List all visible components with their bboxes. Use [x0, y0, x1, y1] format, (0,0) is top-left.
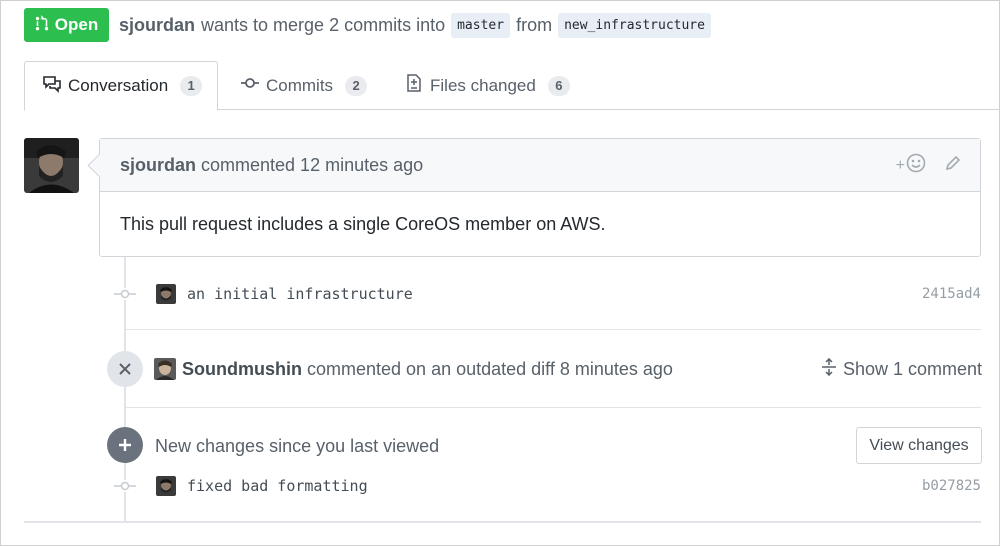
- comment-header: sjourdan commented 12 minutes ago +: [100, 139, 980, 192]
- tab-conversation[interactable]: Conversation 1: [24, 61, 218, 111]
- comment-card: sjourdan commented 12 minutes ago + This…: [99, 138, 981, 257]
- timeline-end-divider: [24, 521, 981, 523]
- unfold-icon: [821, 357, 837, 381]
- tab-commits[interactable]: Commits 2: [240, 61, 368, 110]
- git-commit-icon: [114, 480, 136, 492]
- outdated-comment-author[interactable]: Soundmushin: [182, 359, 302, 380]
- pr-merge-text: wants to merge 2 commits into: [201, 14, 446, 35]
- smiley-icon: [906, 153, 926, 178]
- tab-files-count: 6: [547, 75, 570, 96]
- new-changes-text: New changes since you last viewed: [155, 435, 440, 456]
- comment-discussion-icon: [42, 75, 62, 98]
- tab-commits-label: Commits: [266, 75, 334, 95]
- add-reaction-plus: +: [895, 156, 905, 174]
- new-changes-notice: New changes since you last viewed: [155, 433, 439, 459]
- avatar[interactable]: [156, 476, 176, 496]
- git-pull-request-icon: [35, 14, 49, 37]
- pr-tabs: Conversation 1 Commits 2 Files changed 6: [24, 61, 1000, 111]
- pr-meta: sjourdan wants to merge 2 commits into m…: [119, 9, 711, 41]
- commit-sha-link[interactable]: 2415ad4: [922, 286, 981, 302]
- add-reaction-button[interactable]: +: [896, 153, 926, 178]
- base-branch[interactable]: master: [451, 12, 511, 38]
- head-branch[interactable]: new_infrastructure: [558, 12, 711, 38]
- tab-commits-count: 2: [345, 75, 368, 96]
- pr-state-label: Open: [54, 15, 99, 34]
- plus-icon: [107, 427, 143, 463]
- show-comment-label: Show 1 comment: [842, 358, 982, 379]
- timeline-divider: [124, 407, 981, 408]
- show-comment-button[interactable]: Show 1 comment: [821, 357, 982, 381]
- pr-author-link[interactable]: sjourdan: [119, 15, 195, 36]
- commit-message-link[interactable]: an initial infrastructure: [187, 285, 413, 303]
- git-commit-icon: [240, 74, 260, 97]
- commit-sha-link[interactable]: b027825: [922, 478, 981, 494]
- comment-meta[interactable]: commented 12 minutes ago: [201, 155, 423, 176]
- avatar[interactable]: [24, 138, 79, 193]
- git-commit-icon: [114, 288, 136, 300]
- commit-item: an initial infrastructure 2415ad4: [114, 280, 981, 308]
- view-changes-button[interactable]: View changes: [856, 427, 982, 464]
- comment-actions: +: [896, 153, 962, 178]
- outdated-comment-event: Soundmushin commented on an outdated dif…: [154, 356, 982, 382]
- comment-body: This pull request includes a single Core…: [120, 214, 606, 234]
- commit-message-link[interactable]: fixed bad formatting: [187, 477, 368, 495]
- pr-state-badge: Open: [24, 8, 109, 42]
- file-diff-icon: [404, 74, 424, 97]
- avatar[interactable]: [154, 358, 176, 380]
- x-icon: [107, 351, 143, 387]
- pull-request-view: Open sjourdan wants to merge 2 commits i…: [0, 0, 1000, 546]
- outdated-comment-text: commented on an outdated diff 8 minutes …: [307, 358, 673, 379]
- timeline-divider: [124, 329, 981, 330]
- pencil-icon[interactable]: [944, 154, 962, 177]
- tab-files-label: Files changed: [430, 75, 536, 95]
- commit-item: fixed bad formatting b027825: [114, 472, 981, 500]
- comment-author-link[interactable]: sjourdan: [120, 155, 196, 176]
- pr-from-text: from: [516, 14, 553, 35]
- tab-conversation-label: Conversation: [68, 76, 169, 95]
- avatar[interactable]: [156, 284, 176, 304]
- tab-files-changed[interactable]: Files changed 6: [404, 61, 570, 110]
- tab-conversation-count: 1: [180, 76, 203, 96]
